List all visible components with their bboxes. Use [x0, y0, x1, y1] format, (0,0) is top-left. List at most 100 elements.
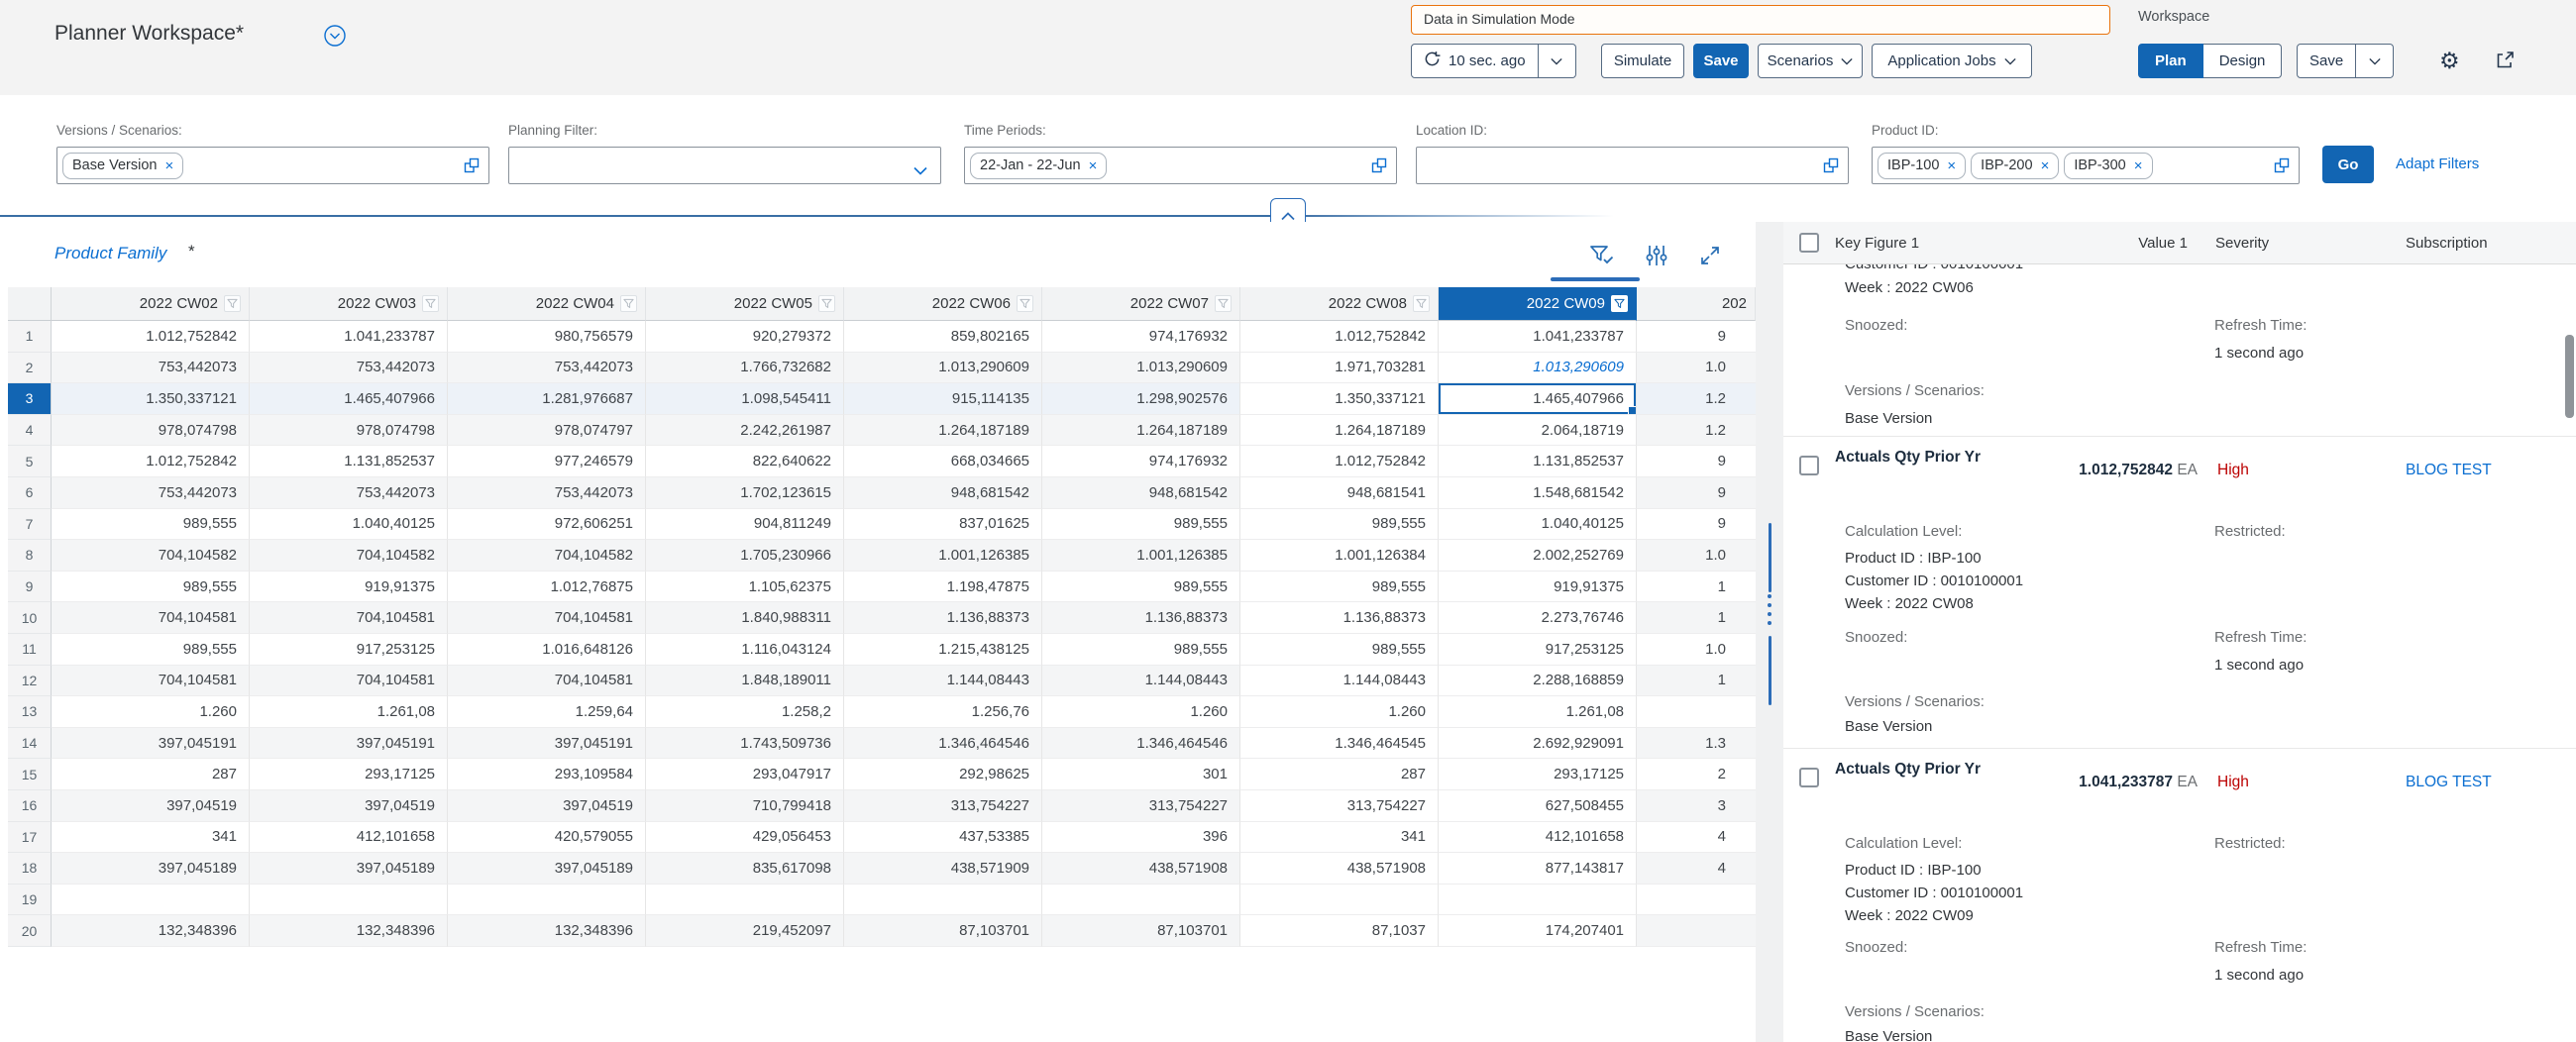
- column-filter-icon[interactable]: [1413, 295, 1430, 312]
- grid-cell[interactable]: 397,04519: [52, 790, 250, 822]
- token-time-period[interactable]: 22-Jan - 22-Jun×: [970, 153, 1107, 179]
- column-filter-icon[interactable]: [1611, 295, 1628, 312]
- grid-cell[interactable]: 1.012,752842: [1240, 321, 1439, 353]
- grid-cell[interactable]: 978,074798: [250, 415, 448, 447]
- grid-cell[interactable]: 2.288,168859: [1439, 666, 1637, 697]
- grid-cell[interactable]: 1.971,703281: [1240, 353, 1439, 384]
- grid-cell[interactable]: 87,103701: [1042, 915, 1240, 947]
- grid-cell-partial[interactable]: 9: [1637, 446, 1756, 477]
- grid-cell[interactable]: 859,802165: [844, 321, 1042, 353]
- token-remove-icon[interactable]: ×: [164, 157, 173, 174]
- filter-applied-icon[interactable]: [1589, 244, 1615, 272]
- grid-cell[interactable]: 989,555: [1240, 572, 1439, 603]
- grid-cell[interactable]: 989,555: [1042, 572, 1240, 603]
- grid-cell[interactable]: 397,045189: [250, 853, 448, 885]
- grid-cell[interactable]: 1.136,88373: [1042, 602, 1240, 634]
- grid-cell[interactable]: 1.012,752842: [1240, 446, 1439, 477]
- grid-cell[interactable]: 753,442073: [250, 477, 448, 509]
- token-remove-icon[interactable]: ×: [1089, 157, 1098, 174]
- grid-cell[interactable]: 822,640622: [646, 446, 844, 477]
- grid-cell[interactable]: 1.743,509736: [646, 728, 844, 760]
- grid-cell-partial[interactable]: 4: [1637, 822, 1756, 854]
- grid-cell[interactable]: 919,91375: [250, 572, 448, 603]
- grid-cell-partial[interactable]: 1.3: [1637, 728, 1756, 760]
- grid-cell[interactable]: 1.131,852537: [250, 446, 448, 477]
- token-product[interactable]: IBP-100×: [1878, 153, 1966, 179]
- grid-cell[interactable]: 917,253125: [1439, 634, 1637, 666]
- grid-cell[interactable]: 1.013,290609: [1439, 353, 1637, 384]
- row-header[interactable]: 9: [8, 572, 52, 603]
- grid-cell[interactable]: 989,555: [1042, 509, 1240, 541]
- grid-cell[interactable]: 1.281,976687: [448, 383, 646, 415]
- time-periods-input[interactable]: 22-Jan - 22-Jun×: [964, 147, 1397, 184]
- grid-cell[interactable]: 1.136,88373: [844, 602, 1042, 634]
- grid-cell[interactable]: 1.258,2: [646, 696, 844, 728]
- grid-cell[interactable]: 1.001,126385: [844, 540, 1042, 572]
- application-jobs-menu-button[interactable]: Application Jobs: [1872, 44, 2032, 78]
- grid-cell-partial[interactable]: 1.2: [1637, 415, 1756, 447]
- settings-gear-icon[interactable]: ⚙: [2439, 48, 2460, 74]
- grid-cell[interactable]: 1.144,08443: [1042, 666, 1240, 697]
- grid-cell[interactable]: 977,246579: [448, 446, 646, 477]
- grid-cell[interactable]: 174,207401: [1439, 915, 1637, 947]
- grid-cell[interactable]: 1.346,464546: [844, 728, 1042, 760]
- panel-scrollbar-thumb[interactable]: [2565, 335, 2574, 418]
- grid-cell[interactable]: 397,04519: [448, 790, 646, 822]
- grid-cell[interactable]: 287: [52, 759, 250, 790]
- column-filter-icon[interactable]: [1215, 295, 1232, 312]
- simulate-button[interactable]: Simulate: [1601, 44, 1684, 78]
- grid-cell[interactable]: 919,91375: [1439, 572, 1637, 603]
- grid-cell[interactable]: 397,045189: [448, 853, 646, 885]
- row-header[interactable]: 12: [8, 666, 52, 697]
- grid-cell[interactable]: 1.346,464545: [1240, 728, 1439, 760]
- grid-cell[interactable]: 2.064,18719: [1439, 415, 1637, 447]
- grid-cell-partial[interactable]: 9: [1637, 477, 1756, 509]
- grid-cell[interactable]: 1.144,08443: [1240, 666, 1439, 697]
- row-header[interactable]: 14: [8, 728, 52, 760]
- grid-cell[interactable]: 1.013,290609: [1042, 353, 1240, 384]
- grid-cell[interactable]: 412,101658: [1439, 822, 1637, 854]
- column-filter-icon[interactable]: [1017, 295, 1033, 312]
- grid-cell[interactable]: 920,279372: [646, 321, 844, 353]
- grid-cell[interactable]: 87,103701: [844, 915, 1042, 947]
- value-help-icon[interactable]: [1823, 157, 1839, 178]
- grid-cell[interactable]: 1.705,230966: [646, 540, 844, 572]
- row-header[interactable]: 19: [8, 885, 52, 916]
- fullscreen-icon[interactable]: [1698, 244, 1722, 272]
- grid-cell-partial[interactable]: 9: [1637, 509, 1756, 541]
- save-data-button[interactable]: Save: [1693, 44, 1749, 78]
- vertical-scrollbar-thumb[interactable]: [1769, 636, 1771, 705]
- row-header[interactable]: 8: [8, 540, 52, 572]
- grid-cell[interactable]: 1.136,88373: [1240, 602, 1439, 634]
- grid-cell[interactable]: 293,17125: [250, 759, 448, 790]
- grid-cell[interactable]: 132,348396: [448, 915, 646, 947]
- column-header[interactable]: 2022 CW09: [1439, 287, 1637, 321]
- planning-filter-select[interactable]: [508, 147, 941, 184]
- token-remove-icon[interactable]: ×: [2134, 157, 2143, 174]
- grid-cell[interactable]: 668,034665: [844, 446, 1042, 477]
- grid-cell[interactable]: 341: [52, 822, 250, 854]
- grid-cell[interactable]: 2.273,76746: [1439, 602, 1637, 634]
- value-help-icon[interactable]: [1371, 157, 1387, 178]
- alert-item[interactable]: Actuals Qty Prior Yr 1.012,752842 EA Hig…: [1783, 444, 2576, 748]
- tab-product-family[interactable]: Product Family: [54, 244, 166, 263]
- token-remove-icon[interactable]: ×: [2041, 157, 2050, 174]
- grid-cell[interactable]: 753,442073: [52, 353, 250, 384]
- row-header[interactable]: 2: [8, 353, 52, 384]
- grid-cell[interactable]: 1.041,233787: [1439, 321, 1637, 353]
- column-filter-icon[interactable]: [224, 295, 241, 312]
- grid-cell[interactable]: 972,606251: [448, 509, 646, 541]
- grid-cell[interactable]: 2.692,929091: [1439, 728, 1637, 760]
- chevron-down-icon[interactable]: [913, 162, 927, 180]
- grid-cell[interactable]: 835,617098: [646, 853, 844, 885]
- save-workspace-split-button[interactable]: Save: [2297, 44, 2394, 78]
- grid-cell[interactable]: 904,811249: [646, 509, 844, 541]
- grid-cell[interactable]: 437,53385: [844, 822, 1042, 854]
- select-all-checkbox[interactable]: [1799, 233, 1819, 253]
- alert-checkbox[interactable]: [1799, 456, 1819, 475]
- grid-cell[interactable]: 704,104581: [448, 602, 646, 634]
- value-help-icon[interactable]: [464, 157, 480, 178]
- grid-cell[interactable]: 948,681542: [844, 477, 1042, 509]
- column-header[interactable]: 2022 CW08: [1240, 287, 1439, 321]
- grid-cell[interactable]: 313,754227: [1240, 790, 1439, 822]
